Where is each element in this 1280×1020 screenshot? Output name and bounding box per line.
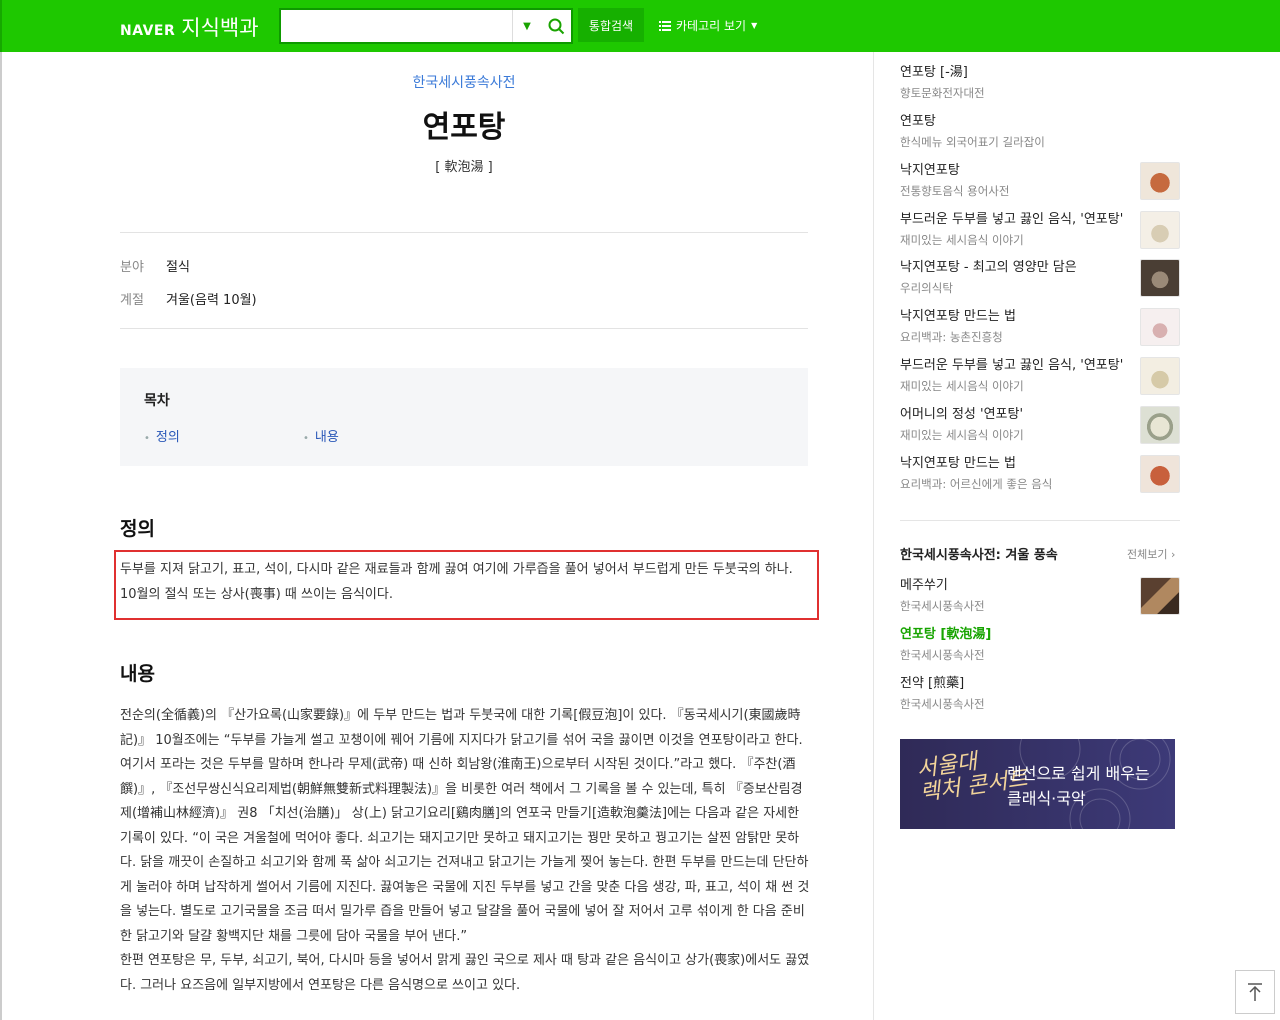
collection-item-title: 연포탕 [軟泡湯] xyxy=(900,627,992,642)
related-item-title: 연포탕 [-湯] xyxy=(900,65,968,80)
related-item-source: 재미있는 세시음식 이야기 xyxy=(900,428,1024,442)
lecture-concert-banner[interactable]: 서울대 렉처 콘서트 랜선으로 쉽게 배우는 클래식·국악 xyxy=(900,739,1175,829)
total-search-button[interactable]: 통합검색 xyxy=(578,8,644,42)
related-item[interactable]: 낙지연포탕 만드는 법 요리백과: 농촌진흥청 xyxy=(900,308,1180,348)
collection-item-title: 전약 [煎藥] xyxy=(900,676,965,691)
collection-item-source: 한국세시풍속사전 xyxy=(900,599,985,613)
related-item[interactable]: 낙지연포탕 - 최고의 영양만 담은 우리의식탁 xyxy=(900,259,1180,299)
definition-paragraph: 두부를 지져 닭고기, 표고, 석이, 다시마 같은 재료들과 함께 끓여 여기… xyxy=(120,562,793,602)
collection-item-current[interactable]: 연포탕 [軟泡湯] 한국세시풍속사전 xyxy=(900,626,1180,666)
bullet-icon: • xyxy=(144,433,150,444)
meta-value: 겨울(음력 10월) xyxy=(166,293,257,308)
scroll-to-top-button[interactable] xyxy=(1235,970,1275,1014)
related-item[interactable]: 부드러운 두부를 넣고 끓인 음식, '연포탕' 재미있는 세시음식 이야기 xyxy=(900,357,1180,397)
collection-item[interactable]: 전약 [煎藥] 한국세시풍속사전 xyxy=(900,675,1180,715)
divider xyxy=(120,328,808,329)
top-header: NAVER 지식백과 ▼ 통합검색 카테고리 보기 ▼ xyxy=(0,0,1280,52)
content-paragraph-2: 한편 연포탕은 무, 두부, 쇠고기, 북어, 다시마 등을 넣어서 맑게 끓인… xyxy=(120,953,810,993)
related-item-source: 향토문화전자대전 xyxy=(900,86,985,100)
page-title: 연포탕 xyxy=(422,110,506,145)
banner-text: 랜선으로 쉽게 배우는 클래식·국악 xyxy=(1007,761,1150,811)
thumbnail-image[interactable] xyxy=(1140,211,1180,249)
meta-row-field: 분야 절식 xyxy=(120,256,190,275)
related-item-title: 부드러운 두부를 넣고 끓인 음식, '연포탕' xyxy=(900,212,1124,227)
brand-label: NAVER xyxy=(120,23,176,39)
content-paragraph: 전순의(全循義)의 『산가요록(山家要錄)』에 두부 만드는 법과 두붓국에 대… xyxy=(120,708,810,944)
thumbnail-image[interactable] xyxy=(1140,455,1180,493)
thumbnail-image[interactable] xyxy=(1140,162,1180,200)
toc-item-label: 정의 xyxy=(155,430,180,445)
related-item[interactable]: 낙지연포탕 만드는 법 요리백과: 어르신에게 좋은 음식 xyxy=(900,455,1180,495)
related-item-source: 전통향토음식 용어사전 xyxy=(900,184,1010,198)
divider xyxy=(900,520,1180,521)
related-item-source: 재미있는 세시음식 이야기 xyxy=(900,233,1024,247)
collection-item-title: 메주쑤기 xyxy=(900,578,948,593)
search-box: ▼ xyxy=(279,8,573,44)
category-label: 카테고리 보기 xyxy=(676,19,747,33)
toc-title: 목차 xyxy=(144,393,170,409)
chevron-right-icon: › xyxy=(1170,548,1176,561)
thumbnail-image[interactable] xyxy=(1140,259,1180,297)
related-item-title: 부드러운 두부를 넣고 끓인 음식, '연포탕' xyxy=(900,358,1124,373)
thumbnail-image[interactable] xyxy=(1140,577,1180,615)
toc-item-content[interactable]: • 내용 xyxy=(303,426,339,445)
view-all-link[interactable]: 전체보기 › xyxy=(1127,546,1175,562)
related-item-source: 요리백과: 어르신에게 좋은 음식 xyxy=(900,477,1053,491)
service-label: 지식백과 xyxy=(181,16,259,40)
category-menu-button[interactable]: 카테고리 보기 ▼ xyxy=(659,17,757,34)
meta-row-season: 계절 겨울(음력 10월) xyxy=(120,289,257,308)
related-item-title: 낙지연포탕 만드는 법 xyxy=(900,309,1016,324)
thumbnail-image[interactable] xyxy=(1140,406,1180,444)
article-main: 한국세시풍속사전 연포탕 [ 軟泡湯 ] 분야 절식 계절 겨울(음력 10월)… xyxy=(0,52,874,1020)
list-icon xyxy=(659,20,671,31)
related-item-source: 한식메뉴 외국어표기 길라잡이 xyxy=(900,135,1045,149)
collection-item-source: 한국세시풍속사전 xyxy=(900,648,985,662)
bullet-icon: • xyxy=(303,433,309,444)
related-item[interactable]: 부드러운 두부를 넣고 끓인 음식, '연포탕' 재미있는 세시음식 이야기 xyxy=(900,211,1180,251)
collection-item[interactable]: 메주쑤기 한국세시풍속사전 xyxy=(900,577,1180,617)
search-input[interactable] xyxy=(281,10,513,42)
related-item-title: 낙지연포탕 만드는 법 xyxy=(900,456,1016,471)
source-dictionary-link[interactable]: 한국세시풍속사전 xyxy=(2,72,926,92)
related-item[interactable]: 연포탕 한식메뉴 외국어표기 길라잡이 xyxy=(900,113,1180,153)
banner-text-line: 클래식·국악 xyxy=(1007,789,1086,808)
section-title-definition: 정의 xyxy=(120,518,155,540)
related-item[interactable]: 어머니의 정성 '연포탕' 재미있는 세시음식 이야기 xyxy=(900,406,1180,446)
related-item[interactable]: 연포탕 [-湯] 향토문화전자대전 xyxy=(900,64,1180,104)
table-of-contents: 목차 • 정의 • 내용 xyxy=(120,368,808,466)
related-item-title: 어머니의 정성 '연포탕' xyxy=(900,407,1024,422)
arrow-up-icon xyxy=(1248,983,1262,1001)
thumbnail-image[interactable] xyxy=(1140,308,1180,346)
related-item-source: 재미있는 세시음식 이야기 xyxy=(900,379,1024,393)
title-hanja: [ 軟泡湯 ] xyxy=(435,160,493,175)
related-item-source: 우리의식탁 xyxy=(900,281,953,295)
related-item-source: 요리백과: 농촌진흥청 xyxy=(900,330,1003,344)
thumbnail-image[interactable] xyxy=(1140,357,1180,395)
divider xyxy=(120,232,808,233)
related-item-title: 연포탕 xyxy=(900,114,936,129)
chevron-down-icon: ▼ xyxy=(751,21,758,30)
search-options-dropdown[interactable]: ▼ xyxy=(513,10,541,42)
section-title-content: 내용 xyxy=(120,663,155,685)
meta-value: 절식 xyxy=(166,260,190,275)
toc-item-definition[interactable]: • 정의 xyxy=(144,426,180,445)
naver-logo[interactable]: NAVER 지식백과 xyxy=(120,12,259,42)
related-item-title: 낙지연포탕 xyxy=(900,163,960,178)
meta-label: 계절 xyxy=(120,293,144,308)
related-item-title: 낙지연포탕 - 최고의 영양만 담은 xyxy=(900,260,1077,275)
related-item[interactable]: 낙지연포탕 전통향토음식 용어사전 xyxy=(900,162,1180,202)
view-all-label: 전체보기 xyxy=(1127,548,1168,561)
search-icon xyxy=(548,18,564,34)
toc-item-label: 내용 xyxy=(314,430,339,445)
banner-text-line: 랜선으로 쉽게 배우는 xyxy=(1007,764,1150,783)
meta-label: 분야 xyxy=(120,260,144,275)
collection-item-source: 한국세시풍속사전 xyxy=(900,697,985,711)
search-button[interactable] xyxy=(541,10,571,42)
